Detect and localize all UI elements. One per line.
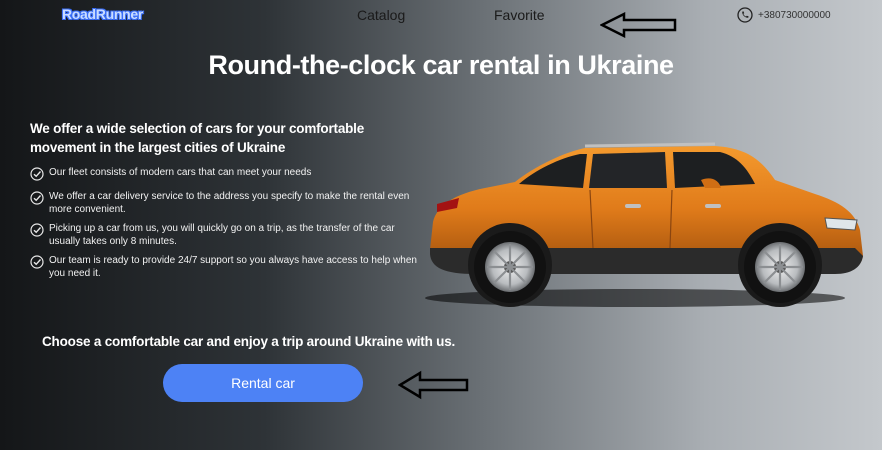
logo[interactable]: RoadRunner: [62, 6, 143, 22]
feature-item: We offer a car delivery service to the a…: [30, 190, 420, 216]
header: RoadRunner Catalog Favorite +38073000000…: [0, 0, 882, 38]
check-circle-icon: [30, 223, 44, 237]
feature-item: Our team is ready to provide 24/7 suppor…: [30, 254, 420, 280]
feature-item: Picking up a car from us, you will quick…: [30, 222, 420, 248]
check-circle-icon: [30, 191, 44, 205]
feature-item: Our fleet consists of modern cars that c…: [30, 166, 420, 181]
phone-number: +380730000000: [758, 9, 831, 21]
feature-text: Our fleet consists of modern cars that c…: [49, 167, 312, 178]
hero-subheading: We offer a wide selection of cars for yo…: [30, 121, 365, 155]
rental-car-button[interactable]: Rental car: [163, 364, 363, 402]
car-image: [425, 142, 863, 307]
feature-list: Our fleet consists of modern cars that c…: [30, 166, 420, 286]
nav-catalog[interactable]: Catalog: [357, 7, 405, 23]
arrow-left-icon: [398, 370, 469, 400]
check-circle-icon: [30, 167, 44, 181]
feature-text: Our team is ready to provide 24/7 suppor…: [49, 255, 417, 279]
nav-favorite[interactable]: Favorite: [494, 7, 545, 23]
arrow-left-icon: [600, 12, 677, 38]
phone-contact[interactable]: +380730000000: [737, 7, 831, 23]
feature-text: We offer a car delivery service to the a…: [49, 191, 410, 215]
hero-title: Round-the-clock car rental in Ukraine: [208, 50, 674, 80]
tagline: Choose a comfortable car and enjoy a tri…: [42, 334, 456, 349]
phone-icon: [737, 7, 753, 23]
feature-text: Picking up a car from us, you will quick…: [49, 223, 395, 247]
check-circle-icon: [30, 255, 44, 269]
